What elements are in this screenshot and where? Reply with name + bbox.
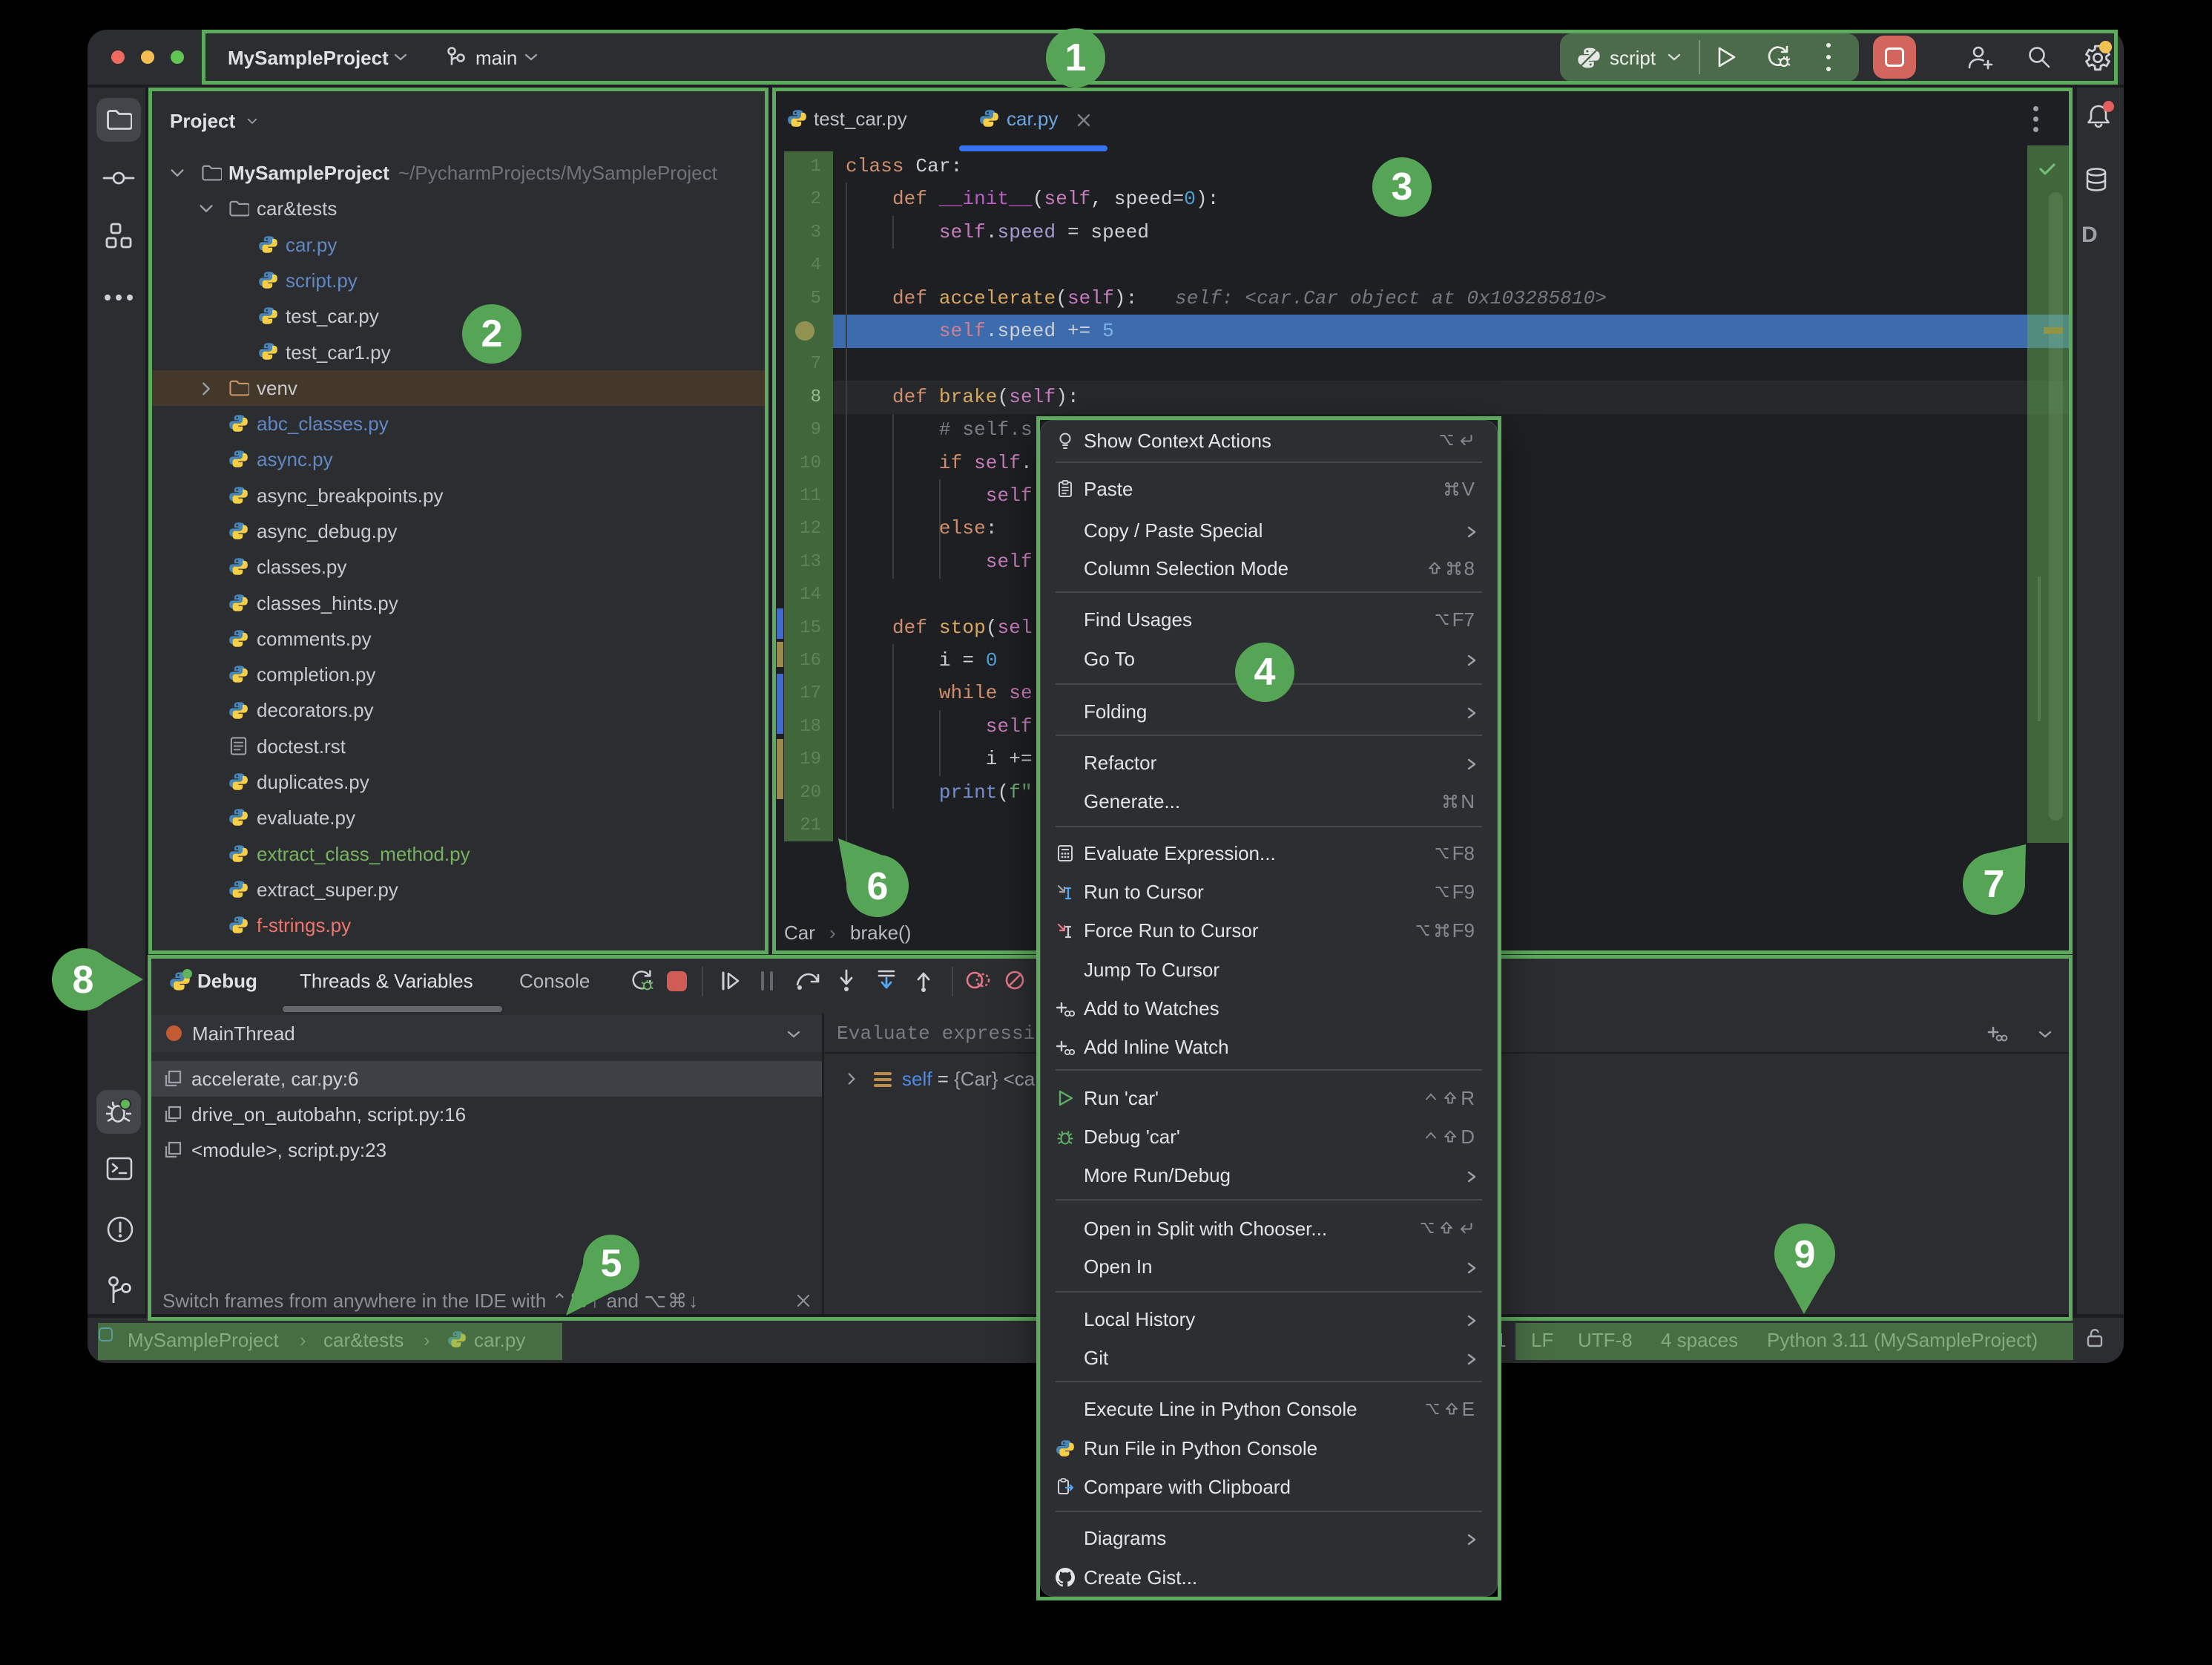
svg-text:6: 6 [867, 865, 889, 908]
svg-text:9: 9 [1794, 1233, 1816, 1276]
svg-text:8: 8 [73, 959, 94, 1002]
svg-text:7: 7 [1984, 863, 2005, 906]
svg-text:5: 5 [601, 1242, 622, 1285]
